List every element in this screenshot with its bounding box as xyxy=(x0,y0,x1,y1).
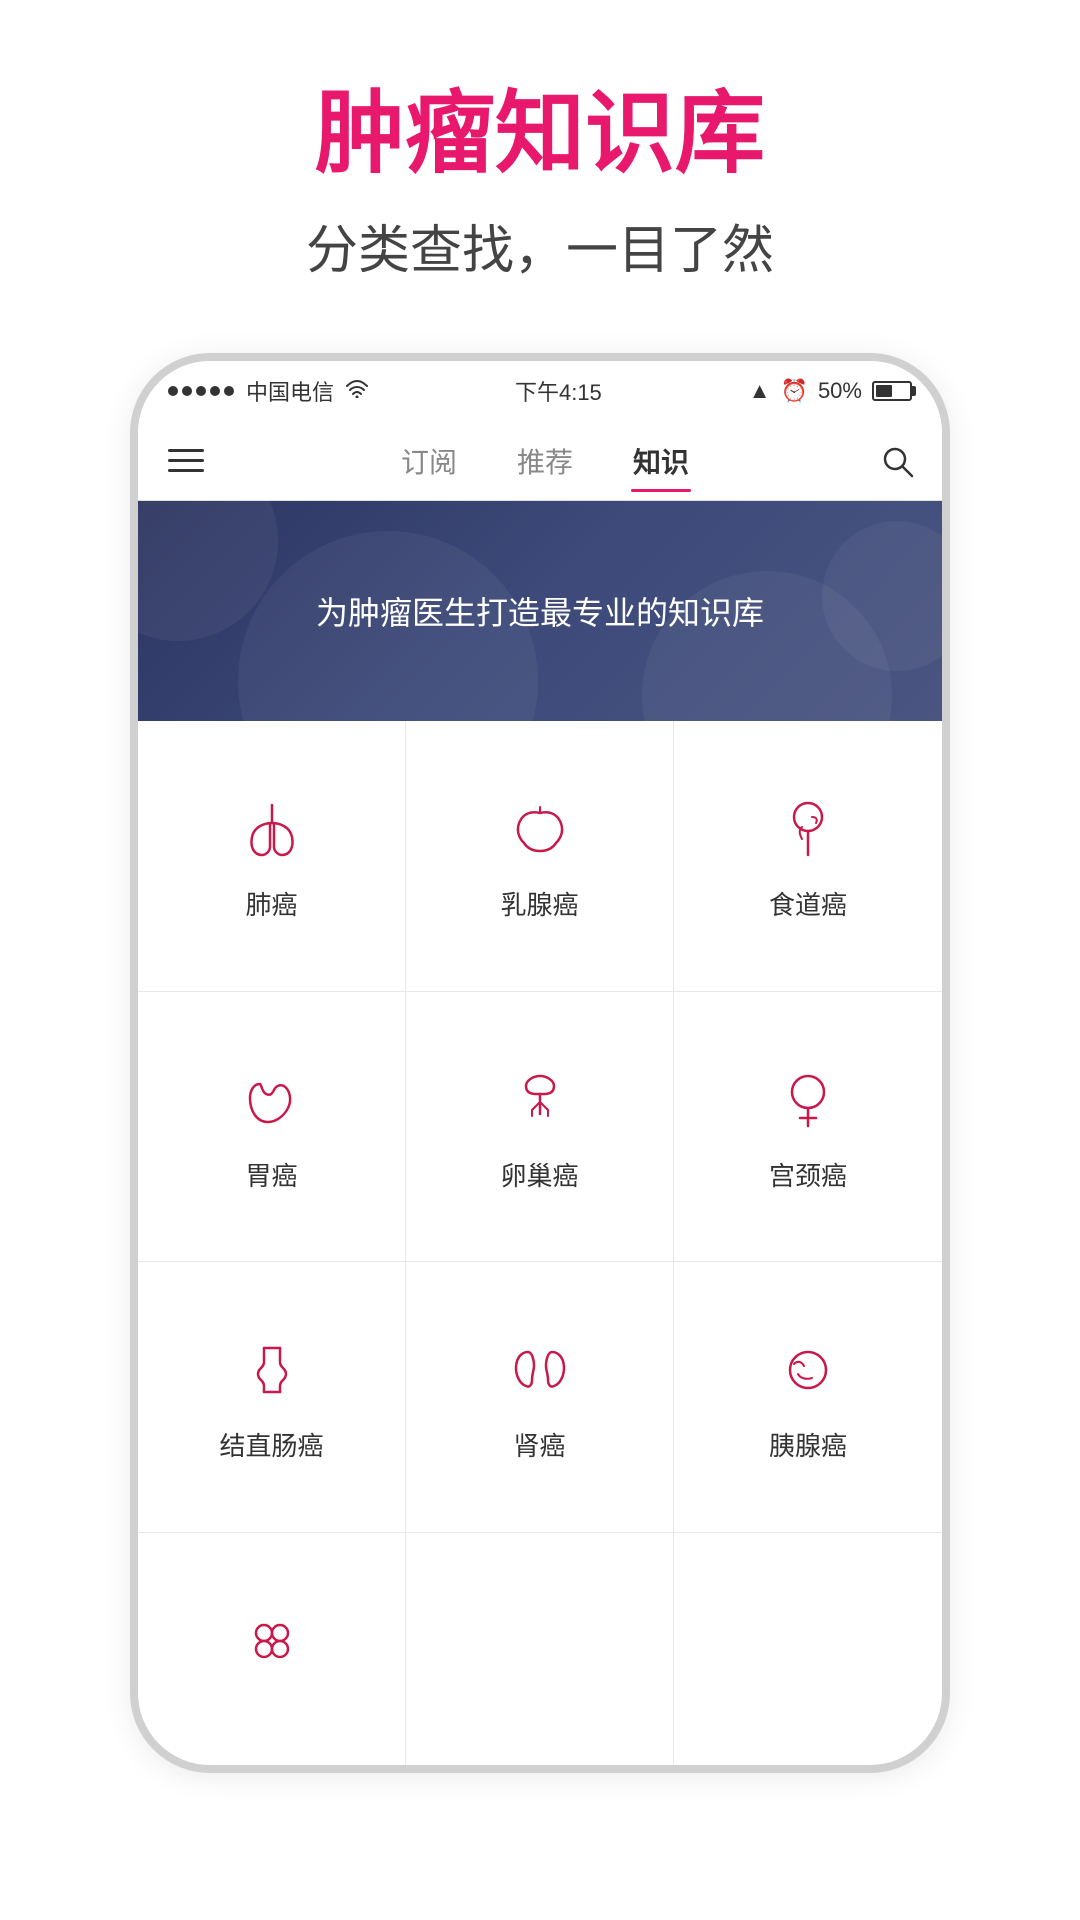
category-colon[interactable]: 结直肠癌 xyxy=(138,1262,406,1533)
lung-icon xyxy=(232,789,312,869)
wifi-icon xyxy=(346,378,368,404)
signal-dot-2 xyxy=(182,386,192,396)
throat-icon xyxy=(768,789,848,869)
battery-fill xyxy=(876,385,892,397)
category-grid: 肺癌 乳腺癌 xyxy=(138,721,942,1765)
search-icon[interactable] xyxy=(872,436,922,486)
category-other[interactable] xyxy=(138,1533,406,1766)
status-left: 中国电信 xyxy=(168,375,368,407)
nav-bar: 订阅 推荐 知识 xyxy=(138,421,942,501)
category-pancreas[interactable]: 胰腺癌 xyxy=(674,1262,942,1533)
signal-dot-4 xyxy=(210,386,220,396)
category-uterus[interactable]: 宫颈癌 xyxy=(674,992,942,1263)
throat-label: 食道癌 xyxy=(769,885,847,922)
uterus-icon xyxy=(768,1060,848,1140)
category-throat[interactable]: 食道癌 xyxy=(674,721,942,992)
tab-knowledge[interactable]: 知识 xyxy=(633,431,689,491)
signal-dots xyxy=(168,386,234,396)
lung-label: 肺癌 xyxy=(245,885,297,922)
tab-subscribe[interactable]: 订阅 xyxy=(401,431,457,491)
tab-recommend[interactable]: 推荐 xyxy=(517,431,573,491)
status-right: ▲ ⏰ 50% xyxy=(749,378,912,404)
status-time: 下午4:15 xyxy=(515,375,602,407)
signal-dot-3 xyxy=(196,386,206,396)
breast-label: 乳腺癌 xyxy=(500,885,578,922)
battery-percent: 50% xyxy=(818,378,862,404)
category-ovary[interactable]: 卵巢癌 xyxy=(406,992,674,1263)
category-empty-1 xyxy=(406,1533,674,1766)
phone-wrapper: 中国电信 下午4:15 ▲ ⏰ 50% xyxy=(130,353,950,1773)
ovary-icon xyxy=(500,1060,580,1140)
status-bar: 中国电信 下午4:15 ▲ ⏰ 50% xyxy=(138,361,942,421)
battery-bar xyxy=(872,381,912,401)
category-stomach[interactable]: 胃癌 xyxy=(138,992,406,1263)
stomach-icon xyxy=(232,1060,312,1140)
phone-frame: 中国电信 下午4:15 ▲ ⏰ 50% xyxy=(130,353,950,1773)
pancreas-icon xyxy=(768,1330,848,1410)
page-title-main: 肿瘤知识库 xyxy=(0,80,1080,188)
category-kidney[interactable]: 肾癌 xyxy=(406,1262,674,1533)
kidney-label: 肾癌 xyxy=(513,1426,565,1463)
carrier-name: 中国电信 xyxy=(246,375,334,407)
uterus-label: 宫颈癌 xyxy=(769,1156,847,1193)
location-icon: ▲ xyxy=(749,378,771,404)
stomach-label: 胃癌 xyxy=(245,1156,297,1193)
banner-text: 为肿瘤医生打造最专业的知识库 xyxy=(316,588,764,634)
category-breast[interactable]: 乳腺癌 xyxy=(406,721,674,992)
pancreas-label: 胰腺癌 xyxy=(769,1426,847,1463)
kidney-icon xyxy=(500,1330,580,1410)
nav-tabs: 订阅 推荐 知识 xyxy=(218,431,872,491)
ovary-label: 卵巢癌 xyxy=(500,1156,578,1193)
colon-label: 结直肠癌 xyxy=(219,1426,323,1463)
menu-icon[interactable] xyxy=(158,431,218,491)
other-icon xyxy=(232,1601,312,1681)
signal-dot-1 xyxy=(168,386,178,396)
page-header: 肿瘤知识库 分类查找，一目了然 xyxy=(0,0,1080,313)
breast-icon xyxy=(500,789,580,869)
page-title-sub: 分类查找，一目了然 xyxy=(0,208,1080,283)
banner: 为肿瘤医生打造最专业的知识库 xyxy=(138,501,942,721)
signal-dot-5 xyxy=(224,386,234,396)
category-lung[interactable]: 肺癌 xyxy=(138,721,406,992)
alarm-icon: ⏰ xyxy=(781,378,808,404)
colon-icon xyxy=(232,1330,312,1410)
category-empty-2 xyxy=(674,1533,942,1766)
